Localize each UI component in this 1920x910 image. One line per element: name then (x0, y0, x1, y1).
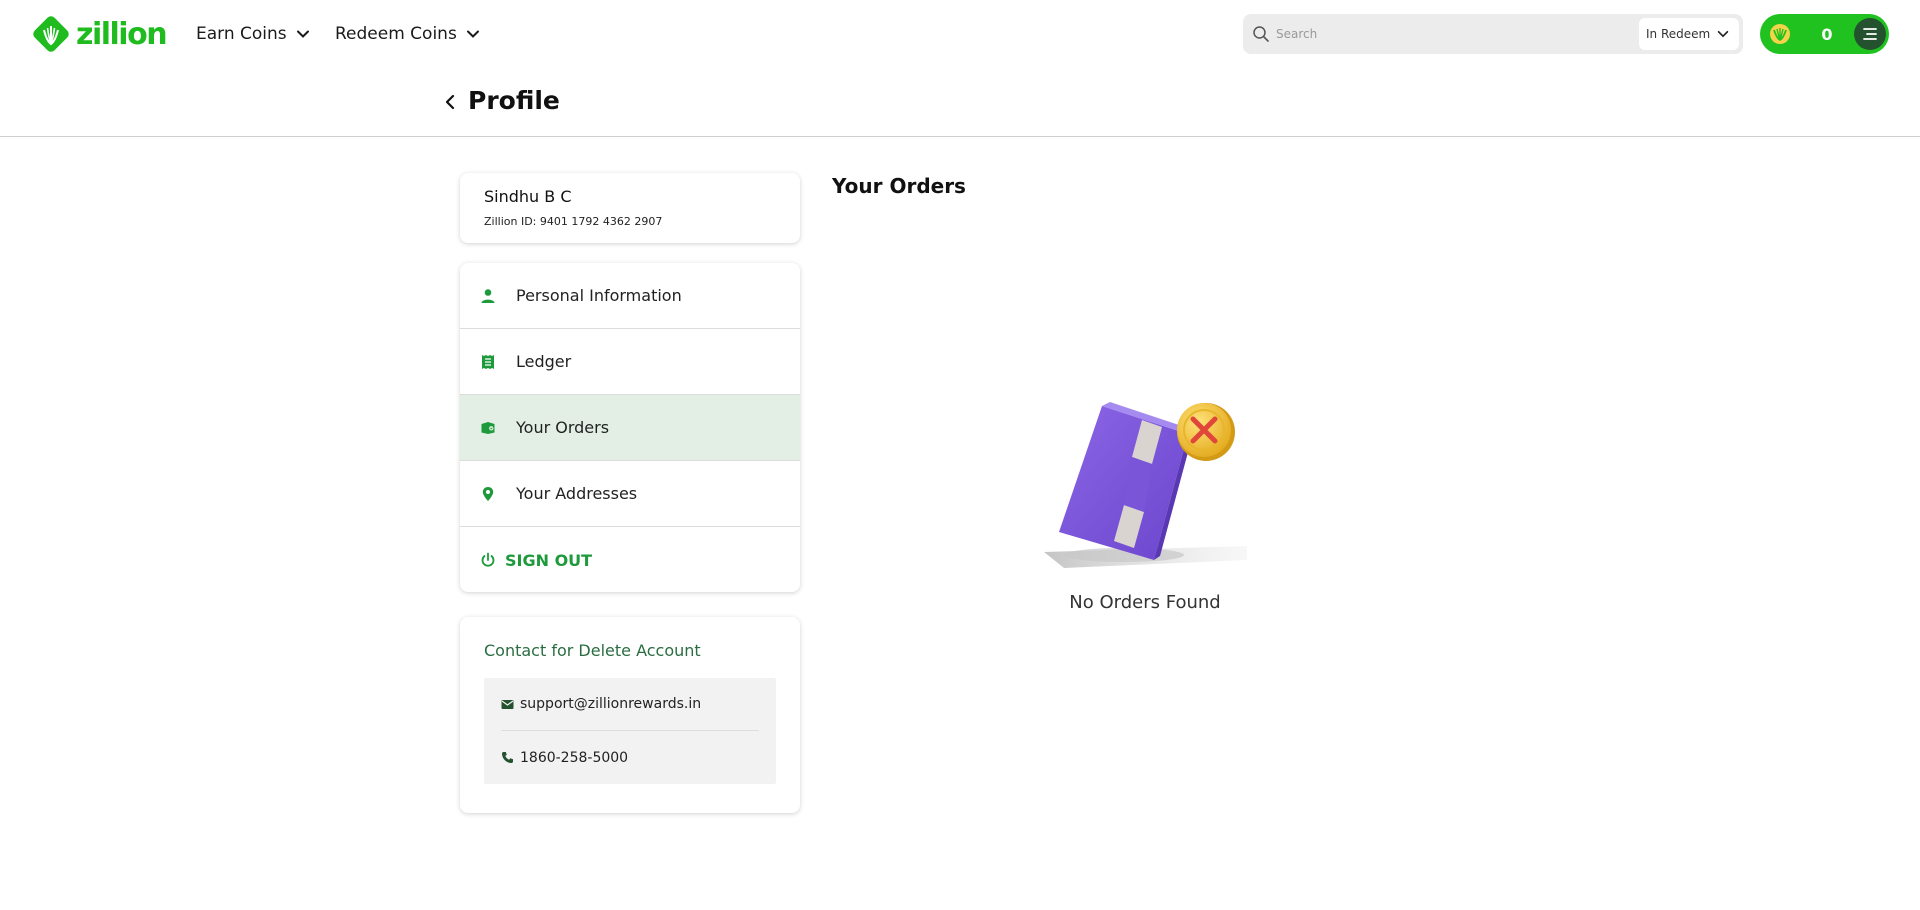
phone-icon (502, 752, 513, 763)
sign-out-label: SIGN OUT (505, 550, 593, 570)
delete-account-contact-card: Contact for Delete Account support@zilli… (460, 617, 800, 813)
contact-phone: 1860-258-5000 (520, 749, 629, 766)
search-input[interactable] (1276, 19, 1626, 49)
menu-item-personal-information[interactable]: Personal Information (460, 263, 800, 329)
chevron-down-icon (296, 30, 309, 38)
power-icon (481, 552, 495, 567)
search-scope-label: In Redeem (1646, 27, 1711, 41)
chevron-left-icon (445, 94, 455, 110)
menu-lines-icon (1863, 28, 1877, 40)
zillion-logo[interactable]: zillion (30, 12, 168, 56)
contact-title: Contact for Delete Account (484, 641, 701, 660)
location-pin-icon (482, 486, 494, 501)
profile-menu: Personal Information Ledger Your Orders … (460, 263, 800, 592)
menu-item-ledger[interactable]: Ledger (460, 329, 800, 395)
hamburger-menu-button[interactable] (1854, 18, 1886, 50)
menu-item-your-addresses[interactable]: Your Addresses (460, 461, 800, 527)
top-navigation-bar: zillion Earn Coins Redeem Coins In Redee… (0, 0, 1920, 68)
email-icon (501, 699, 514, 709)
zillion-coin-icon (1770, 24, 1790, 44)
orders-section-title: Your Orders (832, 174, 966, 198)
user-name: Sindhu B C (484, 187, 572, 206)
no-orders-message: No Orders Found (1069, 592, 1221, 613)
earn-coins-label: Earn Coins (196, 24, 287, 44)
person-icon (481, 288, 495, 303)
contact-phone-row[interactable]: 1860-258-5000 (501, 731, 759, 784)
redeem-coins-label: Redeem Coins (335, 24, 457, 44)
page-header: Profile (0, 68, 1920, 137)
sign-out-button[interactable]: SIGN OUT (460, 527, 800, 592)
search-scope-dropdown[interactable]: In Redeem (1639, 18, 1739, 50)
orders-icon (481, 421, 495, 434)
zillion-logo-icon (33, 16, 69, 52)
chevron-down-icon (1717, 30, 1729, 38)
menu-item-your-orders[interactable]: Your Orders (460, 395, 800, 461)
receipt-icon (482, 354, 494, 369)
zillion-id: Zillion ID: 9401 1792 4362 2907 (484, 215, 663, 228)
contact-email: support@zillionrewards.in (520, 696, 702, 712)
contact-details-box: support@zillionrewards.in 1860-258-5000 (484, 678, 776, 784)
redeem-coins-menu[interactable]: Redeem Coins (335, 20, 481, 48)
menu-item-label: Your Orders (516, 418, 610, 437)
coin-count: 0 (1821, 24, 1833, 44)
menu-item-label: Your Addresses (516, 484, 638, 503)
search-icon (1253, 26, 1269, 42)
empty-box-illustration (1044, 402, 1247, 568)
menu-item-label: Ledger (516, 352, 572, 371)
menu-item-label: Personal Information (516, 286, 682, 305)
chevron-down-icon (466, 30, 479, 38)
contact-email-row[interactable]: support@zillionrewards.in (501, 678, 759, 731)
zillion-wordmark: zillion (76, 16, 168, 52)
user-card: Sindhu B C Zillion ID: 9401 1792 4362 29… (460, 173, 800, 243)
search-bar: In Redeem (1243, 14, 1743, 54)
back-button[interactable] (440, 90, 460, 114)
page-title: Profile (468, 86, 560, 115)
earn-coins-menu[interactable]: Earn Coins (196, 20, 311, 48)
coin-balance-pill[interactable]: 0 (1760, 14, 1889, 54)
